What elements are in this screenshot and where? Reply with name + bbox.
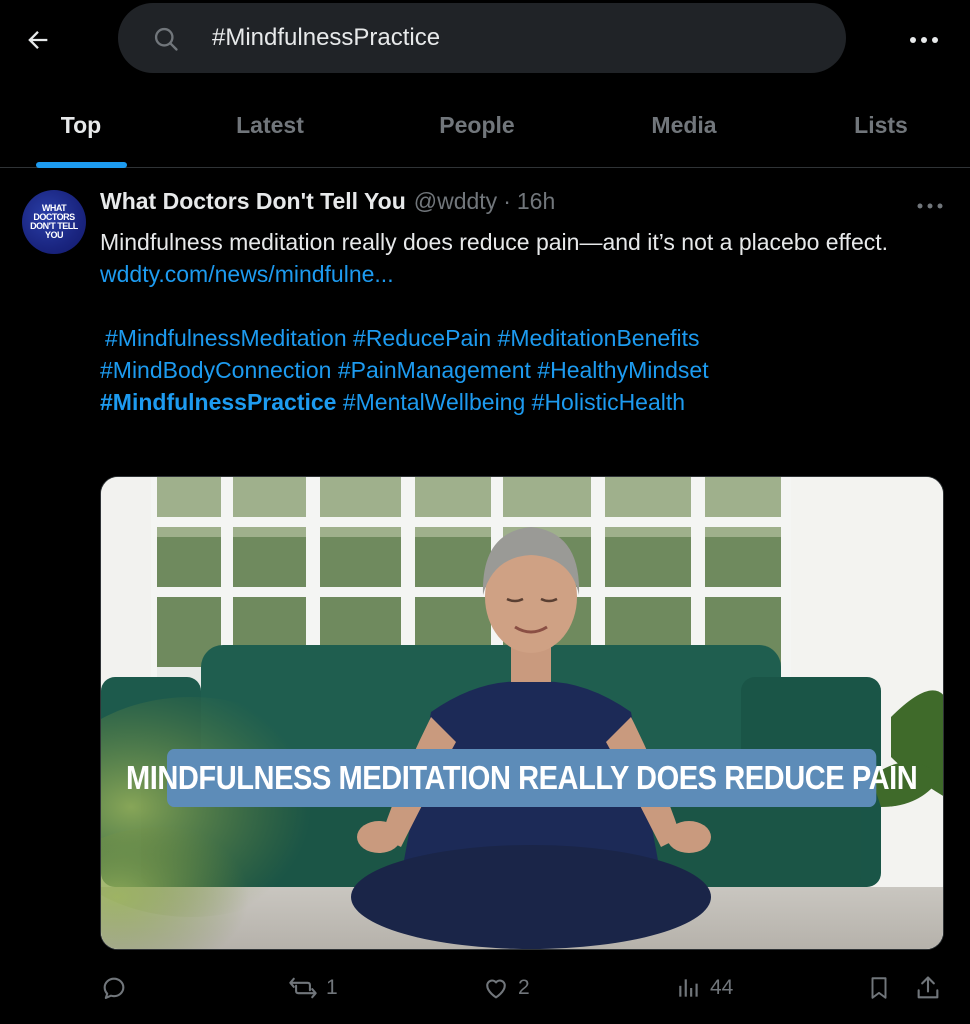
reply-button[interactable] — [100, 970, 136, 1006]
hashtag-search-match[interactable]: #MindfulnessPractice — [100, 389, 336, 415]
post-link[interactable]: wddty.com/news/mindfulne... — [100, 261, 394, 287]
repost-button[interactable]: 1 — [288, 970, 338, 1006]
share-button[interactable] — [914, 970, 942, 1006]
author-handle[interactable]: @wddty — [414, 188, 497, 215]
like-button[interactable]: 2 — [482, 970, 530, 1006]
like-icon — [486, 979, 506, 999]
back-arrow-icon — [28, 31, 48, 49]
tab-label: Top — [60, 112, 102, 138]
tab-label: People — [439, 112, 515, 138]
views-icon — [679, 979, 698, 997]
post-more-button[interactable] — [912, 194, 948, 218]
tab-people[interactable]: People — [378, 96, 576, 168]
separator-dot: · — [503, 188, 511, 214]
avatar-text-line2: DON'T TELL YOU — [30, 221, 78, 240]
hashtag[interactable]: #MeditationBenefits — [498, 325, 700, 351]
more-options-button[interactable] — [904, 22, 944, 58]
hashtag[interactable]: #MentalWellbeing — [343, 389, 525, 415]
repost-count: 1 — [326, 976, 338, 999]
active-tab-indicator — [36, 162, 127, 168]
image-banner: MINDFULNESS MEDITATION REALLY DOES REDUC… — [126, 749, 918, 807]
meditation-photo — [101, 477, 943, 949]
views-button[interactable]: 44 — [676, 970, 733, 1006]
share-icon — [917, 976, 939, 999]
search-box[interactable] — [118, 3, 846, 73]
hashtags-line2: #MindBodyConnection #PainManagement #Hea… — [100, 354, 930, 386]
post-time[interactable]: 16h — [517, 188, 555, 215]
tab-label: Media — [651, 112, 717, 138]
post-body: Mindfulness meditation really does reduc… — [100, 226, 930, 418]
tab-label: Lists — [854, 112, 908, 138]
reply-icon — [103, 977, 125, 999]
post-text: Mindfulness meditation really does reduc… — [100, 229, 889, 255]
tab-label: Latest — [236, 112, 304, 138]
post[interactable]: WHAT DOCTORS DON'T TELL YOU What Doctors… — [0, 170, 970, 1024]
views-count: 44 — [710, 976, 734, 999]
back-button[interactable] — [18, 20, 58, 60]
post-header: What Doctors Don't Tell You @wddty · 16h — [100, 188, 555, 220]
avatar[interactable]: WHAT DOCTORS DON'T TELL YOU — [22, 190, 86, 254]
search-tabs: Top Latest People Media Lists — [0, 96, 970, 168]
hashtag[interactable]: #ReducePain — [353, 325, 491, 351]
search-header — [0, 0, 970, 86]
search-icon — [154, 27, 178, 51]
tab-lists[interactable]: Lists — [792, 96, 970, 168]
hashtag[interactable]: #HealthyMindset — [537, 357, 708, 383]
hashtag[interactable]: #MindfulnessMeditation — [105, 325, 347, 351]
hashtag[interactable]: #PainManagement — [338, 357, 531, 383]
post-image[interactable]: MINDFULNESS MEDITATION REALLY DOES REDUC… — [100, 476, 944, 950]
more-icon — [910, 37, 938, 43]
tab-media[interactable]: Media — [576, 96, 792, 168]
tab-latest[interactable]: Latest — [162, 96, 378, 168]
bookmark-icon — [871, 977, 887, 999]
search-input[interactable] — [212, 13, 812, 63]
hashtags-line3: #MindfulnessPractice #MentalWellbeing #H… — [100, 386, 930, 418]
hashtags-line1: #MindfulnessMeditation #ReducePain #Medi… — [100, 322, 930, 354]
post-actions: 1 2 44 — [100, 970, 950, 1006]
hashtag[interactable]: #MindBodyConnection — [100, 357, 331, 383]
like-count: 2 — [518, 976, 530, 999]
tab-top[interactable]: Top — [0, 96, 162, 168]
more-icon — [917, 203, 943, 209]
avatar-text-line1: WHAT DOCTORS — [33, 203, 75, 222]
author-name[interactable]: What Doctors Don't Tell You — [100, 188, 406, 215]
repost-icon — [289, 977, 317, 999]
bookmark-button[interactable] — [866, 970, 892, 1006]
hashtag[interactable]: #HolisticHealth — [532, 389, 685, 415]
